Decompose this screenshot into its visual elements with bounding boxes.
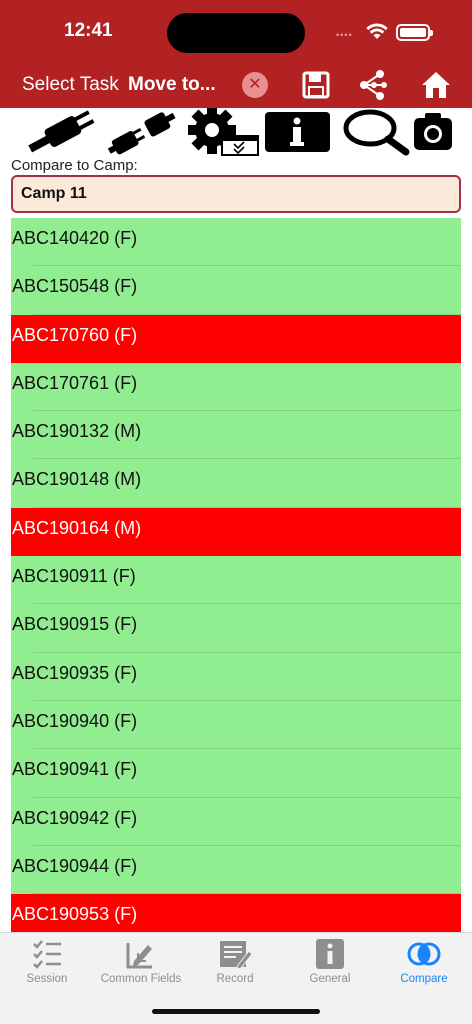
tab-session-label: Session — [26, 973, 68, 985]
list-item[interactable]: ABC170761 (F) — [11, 362, 461, 412]
connect-plug-icon[interactable] — [24, 108, 100, 156]
toolbar — [0, 108, 472, 156]
status-bar: 12:41 •••• — [0, 0, 472, 64]
wifi-icon — [366, 23, 388, 39]
list-item-label: ABC190132 (M) — [12, 421, 142, 442]
list-item[interactable]: ABC190132 (M) — [11, 411, 461, 460]
tab-compare-label: Compare — [400, 973, 448, 985]
cellular-signal-icon: •••• — [336, 30, 353, 40]
camera-icon[interactable] — [412, 108, 454, 156]
checklist-icon — [33, 940, 61, 969]
list-item-label: ABC190941 (F) — [12, 759, 138, 780]
select-task-button[interactable]: Select Task — [22, 74, 119, 96]
list-item[interactable]: ABC190148 (M) — [11, 459, 461, 508]
battery-icon — [396, 24, 433, 41]
animal-list[interactable]: ABC140420 (F) ABC150548 (F) ABC170760 (F) A… — [11, 218, 461, 932]
tab-general[interactable]: General — [283, 939, 377, 995]
download-edit-icon — [126, 943, 152, 969]
form-pencil-icon — [220, 941, 252, 969]
settings-gear-icon[interactable] — [178, 108, 260, 156]
workflow-tree-icon[interactable] — [358, 69, 390, 101]
dynamic-island — [167, 13, 305, 53]
list-item-label: ABC150548 (F) — [12, 276, 138, 297]
list-item-label: ABC190940 (F) — [12, 710, 138, 731]
list-item[interactable]: ABC150548 (F) — [11, 266, 461, 315]
search-magnifier-icon[interactable] — [340, 108, 410, 156]
clear-task-icon[interactable]: ✕ — [242, 72, 268, 98]
list-item[interactable]: ABC190953 (F) — [11, 894, 461, 932]
list-item-label: ABC190148 (M) — [12, 469, 142, 490]
list-item[interactable]: ABC190942 (F) — [11, 797, 461, 846]
list-item-label: ABC170760 (F) — [12, 324, 138, 345]
list-item[interactable]: ABC170760 (F) — [11, 314, 461, 363]
list-item-label: ABC190935 (F) — [12, 662, 138, 683]
list-item[interactable]: ABC190940 (F) — [11, 700, 461, 750]
list-item[interactable]: ABC190911 (F) — [11, 556, 461, 605]
tab-compare[interactable]: Compare — [377, 939, 471, 995]
home-indicator — [152, 1009, 320, 1014]
list-item-label: ABC170761 (F) — [12, 372, 138, 393]
list-item-label: ABC190944 (F) — [12, 855, 138, 876]
list-item[interactable]: ABC190941 (F) — [11, 749, 461, 798]
save-icon[interactable] — [300, 69, 332, 101]
tab-session[interactable]: Session — [0, 939, 94, 995]
navigation-bar: Select Task Move to... ✕ — [0, 64, 472, 108]
list-item[interactable]: ABC190915 (F) — [11, 604, 461, 653]
list-item-label: ABC190911 (F) — [12, 566, 136, 587]
list-item-label: ABC140420 (F) — [12, 228, 138, 248]
list-item[interactable]: ABC140420 (F) — [11, 218, 461, 267]
tab-record[interactable]: Record — [188, 939, 282, 995]
list-item[interactable]: ABC190164 (M) — [11, 507, 461, 557]
list-item-label: ABC190953 (F) — [12, 904, 138, 925]
tab-general-label: General — [309, 973, 351, 985]
compare-camp-field[interactable]: Camp 11 — [11, 175, 461, 213]
disconnect-plug-icon[interactable] — [104, 108, 178, 156]
list-item[interactable]: ABC190935 (F) — [11, 652, 461, 701]
tab-common-fields[interactable]: Common Fields — [94, 939, 188, 995]
status-time: 12:41 — [64, 20, 113, 41]
current-task-label[interactable]: Move to... — [128, 74, 216, 96]
overlap-circles-icon — [407, 942, 441, 966]
tab-common-fields-label: Common Fields — [100, 973, 182, 985]
list-item[interactable]: ABC190944 (F) — [11, 845, 461, 895]
tab-record-label: Record — [216, 973, 254, 985]
info-icon[interactable] — [264, 108, 332, 156]
info-icon — [316, 939, 344, 969]
list-item-label: ABC190164 (M) — [12, 517, 142, 538]
list-item-label: ABC190915 (F) — [12, 614, 138, 635]
list-item-label: ABC190942 (F) — [12, 807, 138, 828]
home-icon[interactable] — [420, 69, 452, 101]
compare-to-camp-label: Compare to Camp: — [11, 157, 138, 174]
